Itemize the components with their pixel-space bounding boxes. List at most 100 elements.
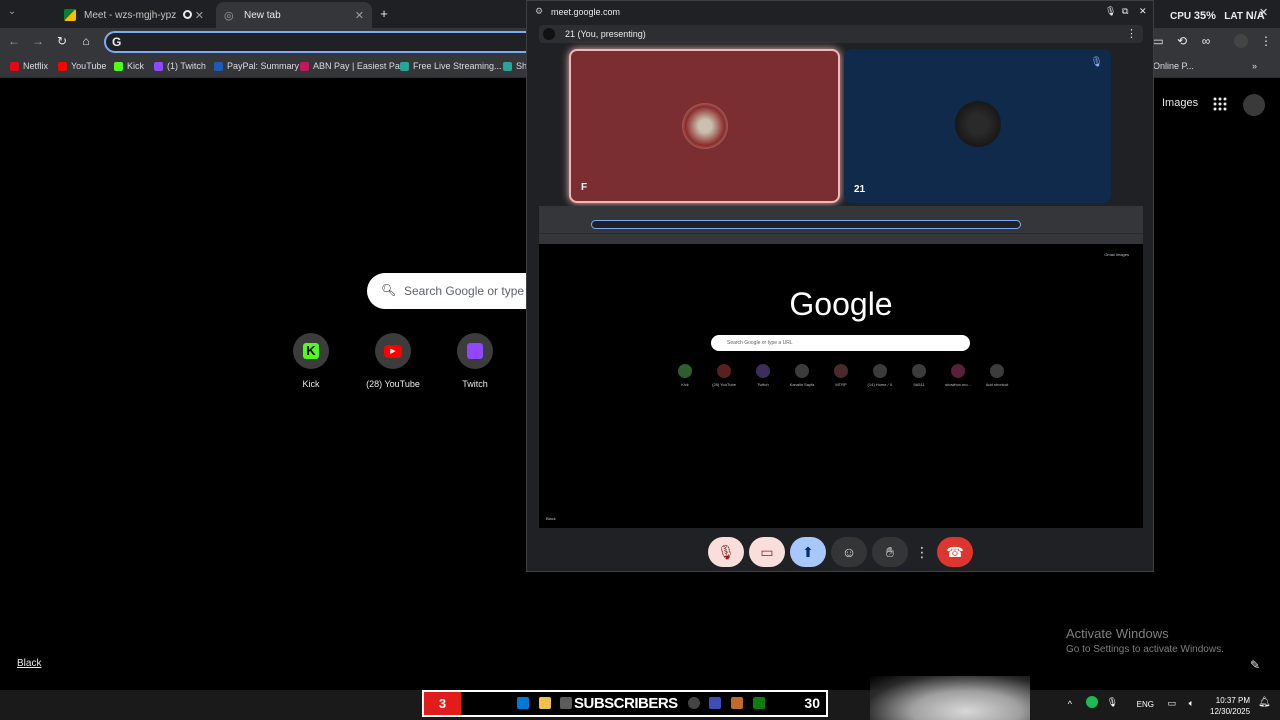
window-close-icon[interactable]: ✕ [1259, 6, 1268, 19]
shortcut-twitch[interactable]: Twitch [440, 333, 510, 389]
youtube-icon: ▶ [375, 333, 411, 369]
twitch-icon [154, 61, 163, 71]
shortcut-kick[interactable]: K Kick [276, 333, 346, 389]
mini-shortcut: Kick [665, 364, 705, 387]
tab-meet-label: Meet - wzs-mgjh-ypz [84, 9, 177, 21]
bookmark-netflix[interactable]: Netflix [10, 61, 48, 71]
subscribers-label: SUBSCRIBERS [574, 695, 678, 712]
close-tab-icon[interactable]: ✕ [195, 9, 204, 22]
home-icon[interactable]: ⌂ [78, 34, 94, 48]
bookmark-label: (1) Twitch [167, 61, 206, 71]
right-count: 30 [804, 695, 820, 711]
meet-pip-window: ⚙ meet.google.com 🎙︎ ⧉ ✕ 21 (You, presen… [526, 0, 1154, 572]
app-icon[interactable] [731, 697, 743, 709]
bookmark-twitch[interactable]: (1) Twitch [154, 61, 206, 71]
bookmark-abn[interactable]: ABN Pay | Easiest Pa... [300, 61, 407, 71]
network-icon[interactable]: ▭ [1167, 698, 1176, 709]
participant-tile-f[interactable]: F [569, 49, 840, 203]
clock-date: 12/30/2025 [1210, 707, 1251, 716]
clock[interactable]: 10:37 PM 12/30/2025 [1210, 695, 1250, 717]
account-avatar[interactable] [1243, 94, 1265, 116]
muted-mic-icon: 🎙︎ [1090, 57, 1103, 68]
bookmark-paypal[interactable]: PayPal: Summary [214, 61, 299, 71]
notifications-icon[interactable]: 🔔︎ [1258, 697, 1271, 708]
perf-overlay: CPU 35% LAT N/A [1170, 10, 1265, 22]
spotify-icon[interactable] [1086, 696, 1098, 708]
twitch-icon [457, 333, 493, 369]
tab-new-tab[interactable]: ◎ New tab ✕ [216, 2, 372, 28]
app-icon[interactable] [560, 697, 572, 709]
language-indicator[interactable]: ENG [1137, 700, 1154, 709]
search-icon: 🔍︎ [381, 283, 397, 297]
sh-icon [503, 61, 512, 71]
chrome-favicon-icon: ◎ [224, 10, 234, 22]
shortcut-youtube[interactable]: ▶ (28) YouTube [358, 333, 428, 389]
site-settings-icon[interactable]: ⚙ [535, 6, 543, 17]
new-tab-button[interactable]: + [376, 6, 392, 21]
back-to-tab-icon[interactable]: ⧉ [1122, 6, 1128, 17]
omnibox-value: G [112, 35, 122, 49]
mini-shortcut: MTRP [821, 364, 861, 387]
more-options-icon[interactable]: ⋮ [1126, 27, 1137, 40]
more-options-button[interactable]: ⋮ [913, 537, 931, 567]
participant-tile-21[interactable]: 🎙︎ 21 [844, 49, 1111, 203]
bookmark-sh[interactable]: Sh [503, 61, 527, 71]
present-button[interactable]: ⬆ [790, 537, 826, 567]
bookmark-youtube[interactable]: YouTube [58, 61, 106, 71]
customize-pencil-icon[interactable]: ✎ [1250, 658, 1260, 672]
file-explorer-icon[interactable] [539, 697, 551, 709]
history-icon[interactable]: ⟲ [1174, 34, 1190, 48]
theme-credit-link[interactable]: Black [17, 658, 41, 669]
ntp-search-box[interactable]: 🔍︎ Search Google or type a [367, 273, 547, 309]
back-icon[interactable]: ← [6, 34, 22, 48]
bookmark-kick[interactable]: Kick [114, 61, 144, 71]
menu-icon[interactable]: ⋮ [1258, 34, 1274, 48]
shortcut-label: Twitch [462, 379, 488, 389]
mic-off-button[interactable]: 🎙︎ [708, 537, 744, 567]
leave-call-button[interactable]: ☎ [937, 537, 973, 567]
tab-pinned[interactable] [28, 2, 52, 28]
tab-search-icon[interactable]: ⌄ [4, 6, 20, 17]
volume-icon[interactable]: 🔈︎ [1189, 698, 1194, 709]
mic-icon: 🎙︎ [1105, 6, 1117, 16]
shortcut-label: (28) YouTube [366, 379, 420, 389]
apps-grid-icon[interactable] [1213, 97, 1227, 111]
close-tab-icon[interactable]: ✕ [355, 9, 364, 22]
participant-name: 21 [854, 184, 866, 195]
link-icon[interactable]: ∞ [1198, 34, 1214, 48]
present-screen-icon: ⬆ [802, 543, 814, 560]
tray-overflow-icon[interactable]: ^ [1068, 699, 1072, 709]
mini-footer-link: Black [546, 516, 556, 521]
reactions-button[interactable]: ☺ [831, 537, 867, 567]
app-icon[interactable] [709, 697, 721, 709]
reload-icon[interactable]: ↻ [54, 34, 70, 48]
mini-shortcut: showbox.mo... [938, 364, 978, 387]
forward-icon[interactable]: → [30, 34, 46, 48]
windows-start-icon[interactable] [517, 697, 529, 709]
hand-icon: ✋︎ [886, 543, 894, 560]
camera-off-button[interactable]: ▭ [749, 537, 785, 567]
more-vert-icon: ⋮ [915, 543, 929, 560]
left-count: 3 [424, 692, 461, 715]
mini-shortcut: Twitch [743, 364, 783, 387]
raise-hand-button[interactable]: ✋︎ [872, 537, 908, 567]
omnibox[interactable]: G [104, 31, 544, 53]
bookmark-online[interactable]: Online P... [1153, 61, 1194, 71]
bookmarks-overflow-icon[interactable]: » [1252, 61, 1257, 71]
mic-tray-icon[interactable]: 🎙︎ [1107, 697, 1118, 708]
bookmark-label: ABN Pay | Easiest Pa... [313, 61, 408, 71]
activate-windows-watermark: Activate Windows Go to Settings to activ… [1066, 626, 1224, 655]
streaming-icon [400, 61, 409, 71]
profile-avatar[interactable] [1234, 34, 1248, 48]
tab-new-tab-label: New tab [244, 9, 281, 21]
tab-meet[interactable]: Meet - wzs-mgjh-ypz ✕ [56, 2, 212, 28]
bookmark-streaming[interactable]: Free Live Streaming... [400, 61, 502, 71]
pip-close-icon[interactable]: ✕ [1139, 6, 1147, 17]
paypal-icon [214, 61, 223, 71]
presenter-avatar [543, 28, 555, 40]
participant-avatar [955, 101, 1001, 147]
obs-icon[interactable] [688, 697, 700, 709]
meet-favicon-icon [64, 9, 76, 21]
hang-up-icon: ☎ [946, 543, 964, 560]
xbox-icon[interactable] [753, 697, 765, 709]
